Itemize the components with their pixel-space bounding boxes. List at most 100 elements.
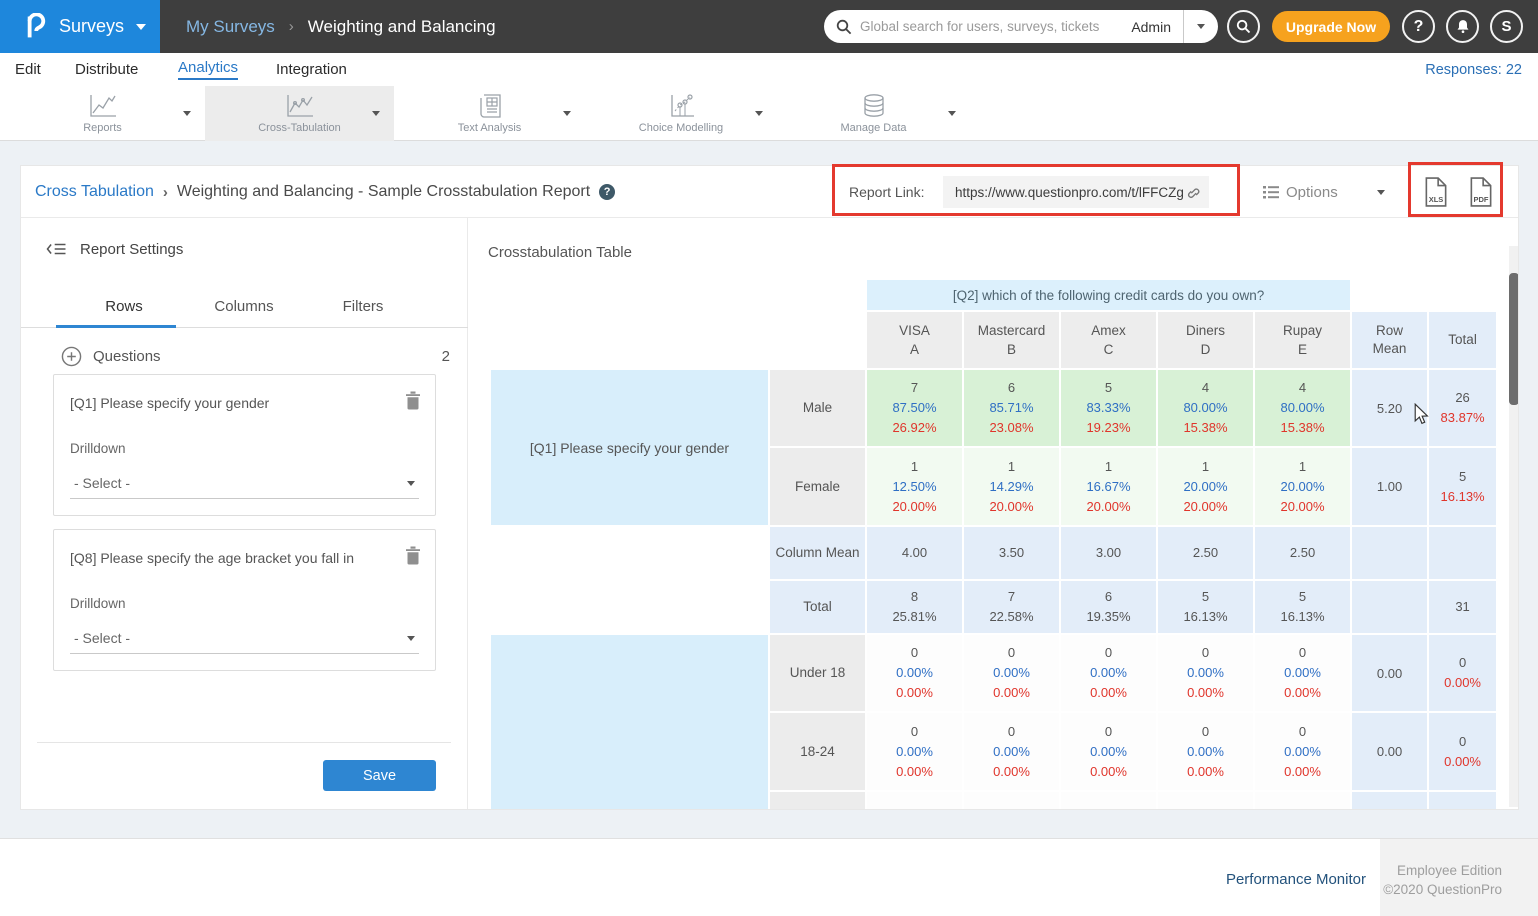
row-mean-cell <box>1352 581 1427 633</box>
drilldown-select[interactable]: - Select - <box>70 624 419 654</box>
report-link-url[interactable]: https://www.questionpro.com/t/lFFCZg <box>955 185 1184 200</box>
options-dropdown-icon[interactable] <box>1377 190 1385 195</box>
data-cell <box>1061 792 1156 810</box>
question-label-cell <box>491 527 768 579</box>
row-mean-cell: 0.00 <box>1352 713 1427 790</box>
search-scope-dropdown[interactable] <box>1184 10 1218 43</box>
help-icon[interactable]: ? <box>599 184 615 200</box>
breadcrumb-separator-icon: › <box>163 184 168 201</box>
edition-label: Employee Edition <box>1380 861 1502 880</box>
cross-tabulation-link[interactable]: Cross Tabulation <box>35 183 154 201</box>
upgrade-now-button[interactable]: Upgrade Now <box>1272 11 1390 42</box>
export-pdf-button[interactable]: PDF <box>1468 177 1494 207</box>
column-question-row: [Q2] which of the following credit cards… <box>491 280 1496 310</box>
copyright-label: ©2020 QuestionPro <box>1380 880 1502 899</box>
report-link-field[interactable]: https://www.questionpro.com/t/lFFCZg <box>943 176 1209 208</box>
top-bar: Surveys My Surveys › Weighting and Balan… <box>0 0 1538 53</box>
data-cell <box>1255 792 1350 810</box>
tab-columns[interactable]: Columns <box>204 284 284 328</box>
total-cell <box>1429 792 1496 810</box>
notifications-button[interactable] <box>1446 10 1479 43</box>
chevron-down-icon[interactable] <box>183 111 191 116</box>
nav-item-analytics[interactable]: Analytics <box>178 53 238 86</box>
add-question-icon[interactable] <box>61 346 82 367</box>
search-input[interactable] <box>852 19 1131 34</box>
toolbar-item-text-analysis[interactable]: Text Analysis <box>394 86 585 141</box>
nav-item-integration[interactable]: Integration <box>276 53 347 86</box>
list-icon <box>1263 185 1279 199</box>
breadcrumb-my-surveys[interactable]: My Surveys <box>186 17 275 37</box>
column-header: DinersD <box>1158 312 1253 368</box>
data-cell: 00.00%0.00% <box>867 635 962 711</box>
tab-filters[interactable]: Filters <box>323 284 403 328</box>
tab-rows[interactable]: Rows <box>91 284 157 328</box>
row-label-cell: Male <box>770 370 865 446</box>
toolbar-item-reports[interactable]: Reports <box>0 86 205 141</box>
data-cell: 00.00%0.00% <box>964 635 1059 711</box>
data-cell: 3.50 <box>964 527 1059 579</box>
report-title: Weighting and Balancing - Sample Crossta… <box>177 183 590 201</box>
crosstab-row: Under 1800.00%0.00%00.00%0.00%00.00%0.00… <box>491 635 1496 711</box>
data-cell: 516.13% <box>1255 581 1350 633</box>
row-label-cell: Column Mean <box>770 527 865 579</box>
data-cell: 00.00%0.00% <box>964 713 1059 790</box>
data-cell: 120.00%20.00% <box>1158 448 1253 525</box>
drilldown-select[interactable]: - Select - <box>70 469 419 499</box>
nav-item-distribute[interactable]: Distribute <box>75 53 138 86</box>
avatar[interactable]: S <box>1490 10 1523 43</box>
table-scrollbar[interactable] <box>1509 246 1519 807</box>
help-button[interactable]: ? <box>1402 10 1435 43</box>
search-button[interactable] <box>1227 10 1260 43</box>
survey-nav: Edit Distribute Analytics Integration Re… <box>0 53 1538 86</box>
toolbar-item-cross-tabulation[interactable]: Cross-Tabulation <box>205 86 394 141</box>
row-mean-cell: 1.00 <box>1352 448 1427 525</box>
performance-monitor-link[interactable]: Performance Monitor <box>1226 871 1366 888</box>
trash-icon[interactable] <box>405 546 421 565</box>
chevron-down-icon[interactable] <box>563 111 571 116</box>
nav-item-edit[interactable]: Edit <box>15 53 41 86</box>
data-cell: 00.00%0.00% <box>1061 635 1156 711</box>
breadcrumb: My Surveys › Weighting and Balancing <box>186 0 496 53</box>
link-icon[interactable] <box>1184 184 1201 200</box>
crosstab-title: Crosstabulation Table <box>488 244 632 261</box>
row-mean-cell: 5.20 <box>1352 370 1427 446</box>
data-cell: 116.67%20.00% <box>1061 448 1156 525</box>
trash-icon[interactable] <box>405 391 421 410</box>
drilldown-label: Drilldown <box>70 441 126 456</box>
chevron-down-icon <box>136 24 146 30</box>
question-card: [Q8] Please specify the age bracket you … <box>53 529 436 671</box>
divider <box>37 742 451 743</box>
chevron-down-icon[interactable] <box>372 111 380 116</box>
data-cell: 787.50%26.92% <box>867 370 962 446</box>
question-text: [Q8] Please specify the age bracket you … <box>70 550 383 566</box>
collapse-panel-icon[interactable] <box>45 240 68 258</box>
crosstab-row: Total825.81%722.58%619.35%516.13%516.13%… <box>491 581 1496 633</box>
export-xls-button[interactable]: XLS <box>1423 177 1449 207</box>
row-mean-header: Row Mean <box>1352 312 1427 368</box>
column-header: RupayE <box>1255 312 1350 368</box>
database-icon <box>861 93 887 119</box>
product-switcher[interactable]: Surveys <box>0 0 160 53</box>
data-cell: 00.00%0.00% <box>1255 713 1350 790</box>
questions-count: 2 <box>442 348 450 365</box>
chevron-down-icon[interactable] <box>948 111 956 116</box>
data-cell: 00.00%0.00% <box>1061 713 1156 790</box>
save-button[interactable]: Save <box>323 760 436 791</box>
crosstab-table: [Q2] which of the following credit cards… <box>489 278 1498 810</box>
data-cell: 685.71%23.08% <box>964 370 1059 446</box>
edition-box: Employee Edition ©2020 QuestionPro <box>1380 839 1538 916</box>
row-mean-cell: 0.00 <box>1352 635 1427 711</box>
drilldown-label: Drilldown <box>70 596 126 611</box>
column-header: AmexC <box>1061 312 1156 368</box>
question-label-cell <box>491 581 768 633</box>
options-button[interactable]: Options <box>1263 166 1338 218</box>
chevron-down-icon <box>407 636 415 641</box>
chevron-down-icon[interactable] <box>755 111 763 116</box>
toolbar-item-manage-data[interactable]: Manage Data <box>777 86 970 141</box>
drilldown-select-value: - Select - <box>70 624 419 652</box>
search-scope[interactable]: Admin <box>1131 19 1171 35</box>
total-cell: 2683.87% <box>1429 370 1496 446</box>
data-cell: 480.00%15.38% <box>1158 370 1253 446</box>
scrollbar-thumb[interactable] <box>1509 273 1519 405</box>
toolbar-item-choice-modelling[interactable]: Choice Modelling <box>585 86 777 141</box>
